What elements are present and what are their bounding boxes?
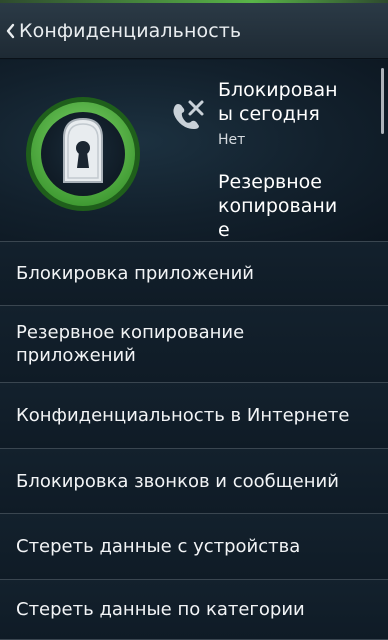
- status-panel: Блокирован ы сегодня Нет Резервное копир…: [0, 60, 388, 242]
- menu-item-label: Блокировка звонков и сообщений: [16, 470, 339, 492]
- scrollbar[interactable]: [381, 68, 384, 134]
- menu-item-label: Стереть данные с устройства: [16, 536, 301, 557]
- blocked-today-label: Блокирован ы сегодня: [218, 79, 338, 125]
- blocked-today-value: Нет: [218, 132, 246, 148]
- title-bar[interactable]: Конфиденциальность: [0, 3, 388, 59]
- menu-item-label: Стереть данные по категории: [16, 599, 305, 620]
- chevron-left-icon[interactable]: [2, 21, 18, 41]
- menu-item-web-privacy[interactable]: Конфиденциальность в Интернете: [0, 383, 388, 449]
- menu-item-wipe-category[interactable]: Стереть данные по категории: [0, 580, 388, 640]
- menu-item-label: Блокировка приложений: [16, 263, 254, 284]
- privacy-menu: Блокировка приложений Резервное копирова…: [0, 242, 388, 640]
- menu-item-app-backup[interactable]: Резервное копирование приложений: [0, 306, 388, 383]
- menu-item-label: Резервное копирование приложений: [16, 322, 245, 366]
- page-title: Конфиденциальность: [19, 19, 242, 42]
- backup-label: Резервное копировани е: [218, 171, 338, 241]
- menu-item-label: Конфиденциальность в Интернете: [16, 405, 350, 426]
- menu-item-call-sms-block[interactable]: Блокировка звонков и сообщений: [0, 449, 388, 514]
- blocked-call-icon: [173, 100, 204, 129]
- menu-item-app-lock[interactable]: Блокировка приложений: [0, 242, 388, 306]
- menu-item-wipe-device[interactable]: Стереть данные с устройства: [0, 514, 388, 580]
- lock-icon[interactable]: [25, 96, 141, 212]
